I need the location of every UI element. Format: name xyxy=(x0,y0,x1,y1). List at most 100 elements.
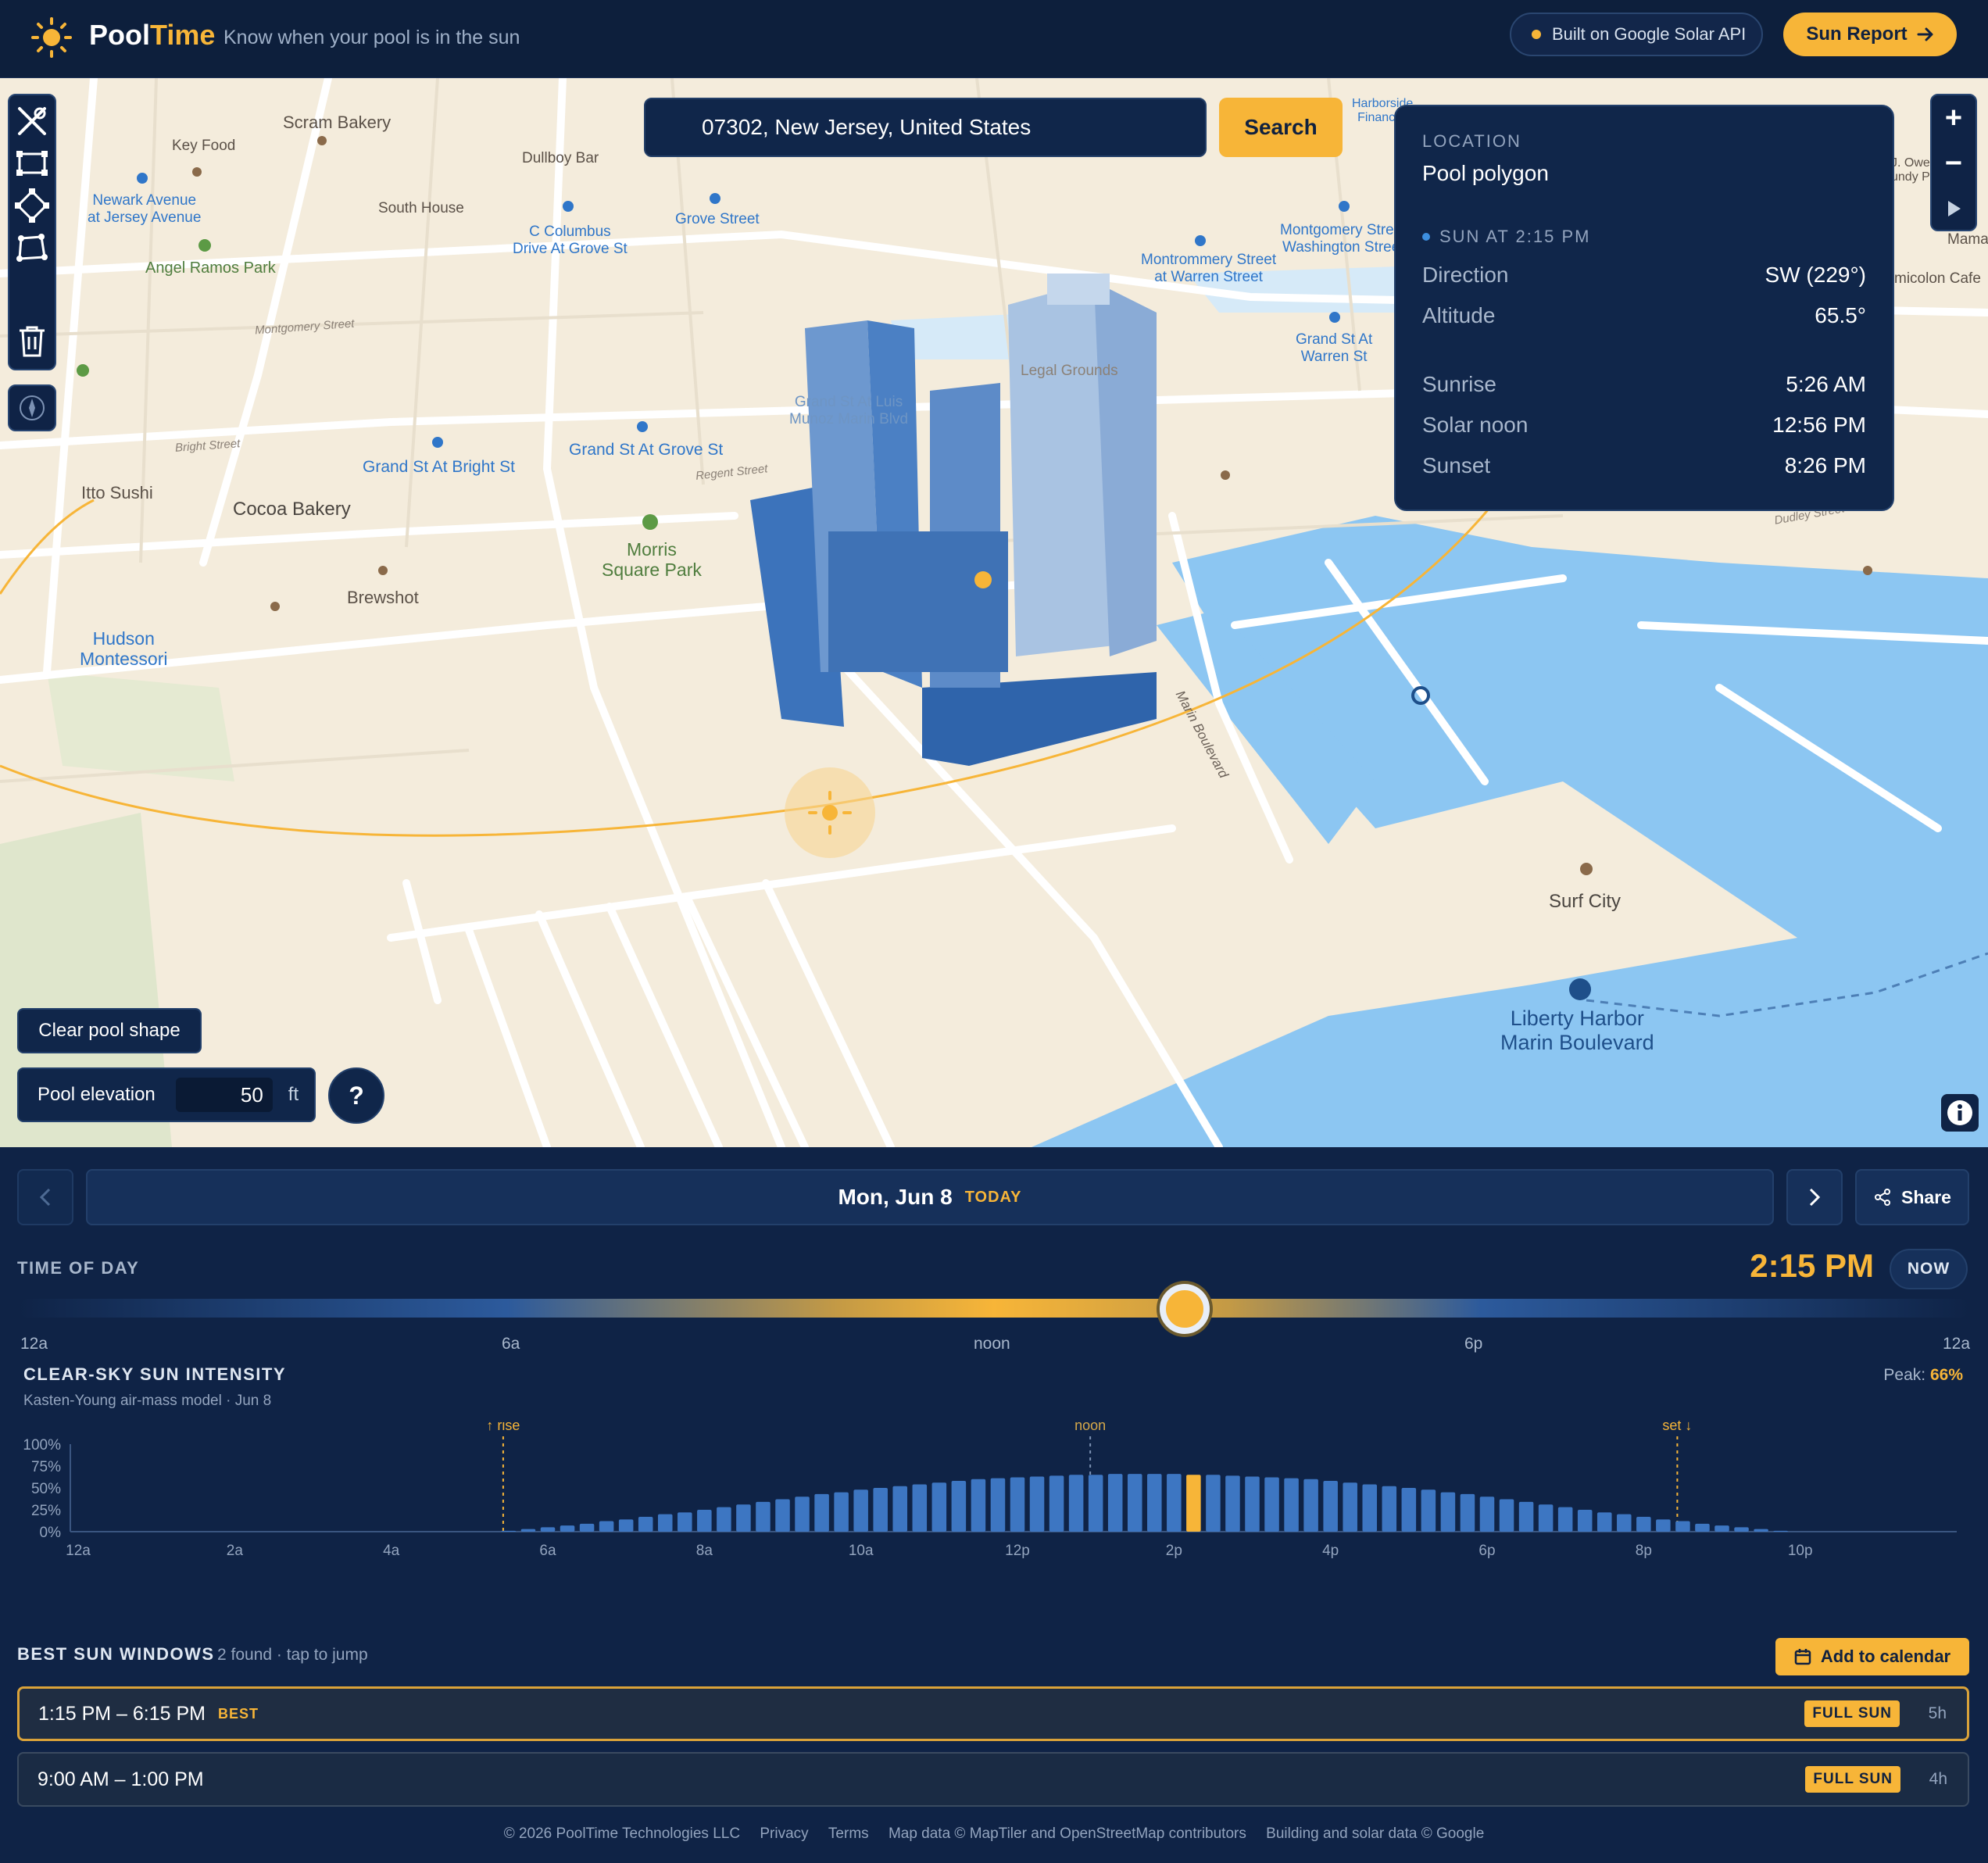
location-search-input[interactable]: 07302, New Jersey, United States xyxy=(644,98,1207,157)
next-day-button[interactable] xyxy=(1786,1169,1843,1225)
today-badge: TODAY xyxy=(964,1188,1022,1206)
location-eyebrow: LOCATION xyxy=(1422,131,1521,151)
intensity-bar-selected xyxy=(1186,1475,1201,1532)
compass-icon[interactable] xyxy=(8,384,56,431)
intensity-bar xyxy=(1754,1529,1768,1532)
intensity-bar xyxy=(873,1488,888,1532)
intensity-bar xyxy=(951,1481,967,1532)
map-label-montrommery-warren[interactable]: Montrommery Street at Warren Street xyxy=(1141,252,1276,286)
map-label-cocoa-bakery[interactable]: Cocoa Bakery xyxy=(233,499,351,520)
info-icon[interactable] xyxy=(1941,1094,1979,1132)
x-tick-label: 12a xyxy=(66,1543,91,1559)
now-button[interactable]: NOW xyxy=(1890,1249,1968,1289)
map-label-south-house[interactable]: South House xyxy=(378,200,464,217)
draw-line-tool-icon[interactable] xyxy=(13,102,52,141)
trash-icon[interactable] xyxy=(13,322,52,361)
intensity-bar xyxy=(1773,1530,1788,1532)
map-label-brewshot[interactable]: Brewshot xyxy=(347,588,419,607)
api-badge[interactable]: Built on Google Solar API xyxy=(1510,13,1763,56)
map-label-montgomery-washington[interactable]: Montgomery Street Washington Street xyxy=(1280,222,1407,256)
map-label-grand-warren[interactable]: Grand St At Warren St xyxy=(1296,331,1372,366)
brand-name[interactable]: PoolTime xyxy=(89,19,215,52)
intensity-bar xyxy=(717,1507,731,1532)
intensity-bar xyxy=(618,1519,634,1532)
add-to-calendar-button[interactable]: Add to calendar xyxy=(1775,1638,1969,1675)
x-tick-label: 2p xyxy=(1166,1543,1182,1559)
intensity-bar xyxy=(1343,1482,1357,1532)
sun-window-duration: 5h xyxy=(1928,1704,1947,1722)
draw-freeform-tool-icon[interactable] xyxy=(13,228,52,267)
map-label-grand-luis[interactable]: Grand St At Luis Munoz Marin Blvd xyxy=(789,394,908,428)
date-selector[interactable]: Mon, Jun 8 TODAY xyxy=(86,1169,1774,1225)
timeline-panel: Mon, Jun 8 TODAY Share TIME OF DAY 2:15 … xyxy=(0,1147,1988,1863)
map-label-hudson-montessori[interactable]: Hudson Montessori xyxy=(80,628,167,670)
map-label-grand-grove[interactable]: Grand St At Grove St xyxy=(569,441,723,459)
intensity-bar xyxy=(1499,1499,1514,1532)
draw-rectangle-tool-icon[interactable] xyxy=(13,144,52,183)
sunset-row: Sunset 8:26 PM xyxy=(1422,453,1866,477)
intensity-bar xyxy=(1303,1479,1318,1532)
intensity-bar xyxy=(1029,1476,1045,1532)
map-label-newark-ave[interactable]: Newark Avenue at Jersey Avenue xyxy=(88,192,201,227)
map-label-grove-street[interactable]: Grove Street xyxy=(675,211,760,228)
intensity-bar xyxy=(1225,1475,1240,1532)
intensity-bar xyxy=(1460,1493,1475,1532)
intensity-bar xyxy=(1284,1478,1299,1532)
time-of-day-label: TIME OF DAY xyxy=(17,1258,140,1278)
intensity-bar xyxy=(795,1496,810,1532)
y-tick-label: 50% xyxy=(31,1481,61,1497)
intensity-bar xyxy=(834,1492,849,1532)
map-label-dullboy-bar[interactable]: Dullboy Bar xyxy=(522,150,599,167)
map-label-key-food[interactable]: Key Food xyxy=(172,138,235,155)
intensity-subtitle: Kasten-Young air-mass model · Jun 8 xyxy=(23,1393,272,1409)
x-tick-label: 2a xyxy=(227,1543,244,1559)
map-label-mama[interactable]: Mama xyxy=(1947,231,1988,249)
footer-copyright: © 2026 PoolTime Technologies LLC xyxy=(503,1825,741,1842)
zoom-out-button[interactable]: − xyxy=(1932,141,1975,186)
map-label-morris-park[interactable]: Morris Square Park xyxy=(602,539,702,581)
help-button[interactable]: ? xyxy=(328,1067,384,1124)
zoom-in-button[interactable]: + xyxy=(1932,95,1975,141)
direction-row: Direction SW (229°) xyxy=(1422,263,1866,287)
footer-privacy-link[interactable]: Privacy xyxy=(760,1825,808,1842)
sun-report-button[interactable]: Sun Report xyxy=(1783,13,1957,56)
clear-pool-shape-button[interactable]: Clear pool shape xyxy=(17,1008,202,1053)
pool-elevation-input[interactable]: 50 xyxy=(175,1078,273,1112)
zoom-controls: + − xyxy=(1930,94,1977,231)
footer-building-data: Building and solar data © Google xyxy=(1266,1825,1485,1842)
map-label-angel-ramos-park[interactable]: Angel Ramos Park xyxy=(145,259,276,277)
search-button[interactable]: Search xyxy=(1219,98,1343,157)
time-slider-thumb[interactable] xyxy=(1160,1284,1210,1334)
intensity-bar xyxy=(1656,1519,1671,1532)
intensity-chart[interactable]: 100% 75% 50% 25% 0%12a 2a 4a 6a 8a 10a 12p 2p 4p 6p 8p… xyxy=(0,1421,1988,1561)
map-label-legal-grounds[interactable]: Legal Grounds xyxy=(1021,363,1118,380)
map-label-j-owe[interactable]: J. Owe undy P xyxy=(1891,156,1930,185)
map-label-liberty-harbor[interactable]: Liberty Harbor Marin Boulevard xyxy=(1500,1007,1654,1055)
sun-window-duration: 4h xyxy=(1929,1770,1947,1788)
pitch-button[interactable] xyxy=(1932,186,1975,231)
sun-window-item[interactable]: 1:15 PM – 6:15 PM BEST FULL SUN 5h xyxy=(17,1686,1969,1741)
map-label-grand-bright[interactable]: Grand St At Bright St xyxy=(363,458,515,477)
map-label-surf-city[interactable]: Surf City xyxy=(1549,891,1621,913)
intensity-bar xyxy=(638,1516,653,1532)
intensity-bar xyxy=(971,1479,986,1532)
map-label-scram-bakery[interactable]: Scram Bakery xyxy=(283,113,391,132)
time-tick-label: 6p xyxy=(1464,1335,1483,1353)
intensity-bar xyxy=(1088,1475,1103,1532)
intensity-bar xyxy=(1421,1489,1436,1532)
footer-terms-link[interactable]: Terms xyxy=(828,1825,869,1842)
intensity-bar xyxy=(756,1501,771,1532)
map-view[interactable]: Scram Bakery Key Food Dullboy Bar Newark… xyxy=(0,78,1988,1147)
intensity-bar xyxy=(1323,1481,1338,1532)
time-slider[interactable] xyxy=(19,1299,1969,1318)
y-tick-label: 25% xyxy=(31,1503,61,1519)
map-label-micolon-cafe[interactable]: micolon Cafe xyxy=(1894,270,1981,288)
draw-polygon-tool-icon[interactable] xyxy=(13,186,52,225)
sun-window-item[interactable]: 9:00 AM – 1:00 PM FULL SUN 4h xyxy=(17,1752,1969,1807)
intensity-bar xyxy=(579,1523,595,1532)
previous-day-button[interactable] xyxy=(17,1169,73,1225)
map-label-itto-sushi[interactable]: Itto Sushi xyxy=(81,483,153,502)
chevron-left-icon xyxy=(39,1188,51,1207)
share-button[interactable]: Share xyxy=(1855,1169,1969,1225)
map-label-c-columbus[interactable]: C Columbus Drive At Grove St xyxy=(513,223,628,258)
